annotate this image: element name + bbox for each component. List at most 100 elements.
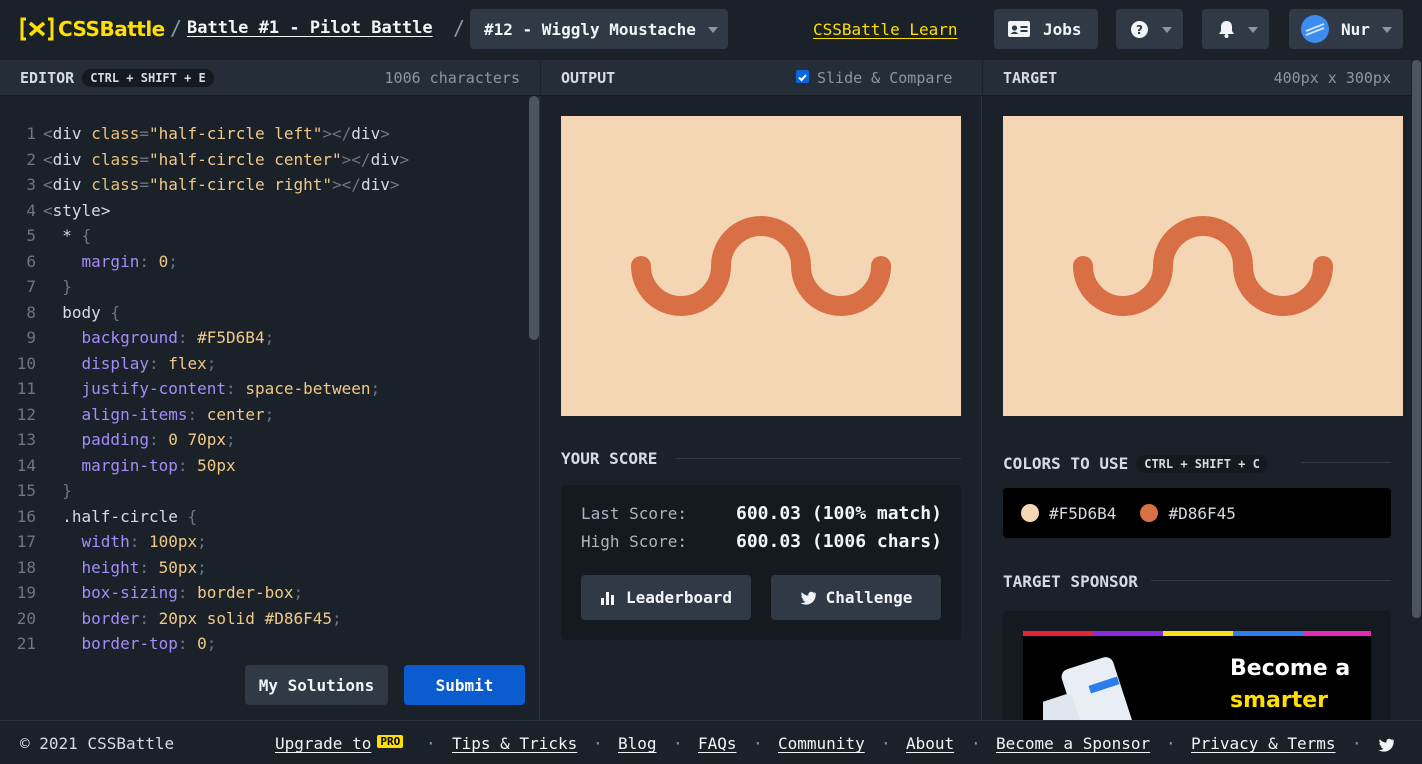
separator-dot: · (593, 734, 603, 753)
separator-dot: · (1352, 734, 1362, 753)
target-select-dropdown[interactable]: #12 - Wiggly Moustache (470, 9, 728, 49)
line-number: 1 (26, 124, 36, 143)
sponsor-card[interactable]: Become a smarter (1003, 611, 1391, 720)
twitter-icon[interactable] (1378, 738, 1394, 752)
copyright: © 2021 CSSBattle (20, 734, 175, 753)
code-editor[interactable]: 1 <div class="half-circle left"></div> 2 <d… (0, 96, 540, 720)
output-title: OUTPUT (561, 68, 616, 87)
page-scrollbar[interactable] (1412, 60, 1421, 618)
jobs-button[interactable]: Jobs (994, 9, 1098, 49)
learn-link[interactable]: CSSBattle Learn (813, 20, 958, 39)
wiggly-moustache-shape (631, 216, 891, 316)
ad-stripe (1303, 631, 1371, 636)
editor-scrollbar[interactable] (529, 96, 539, 340)
faqs-link[interactable]: FAQs (698, 734, 737, 753)
target-header: TARGET 400px x 300px (983, 60, 1411, 96)
code-line[interactable]: 7 } (0, 274, 72, 299)
line-number: 5 (26, 226, 36, 245)
code-line[interactable]: 5 * { (0, 223, 91, 248)
slide-compare-label[interactable]: Slide & Compare (817, 69, 952, 87)
output-canvas[interactable] (561, 116, 961, 416)
about-link[interactable]: About (906, 734, 954, 753)
code-line[interactable]: 15 } (0, 478, 72, 503)
leaderboard-button[interactable]: Leaderboard (581, 575, 751, 620)
code-line[interactable]: 21 border-top: 0; (0, 631, 217, 656)
line-number: 13 (16, 430, 36, 449)
separator-dot: · (753, 734, 763, 753)
line-number: 11 (16, 379, 36, 398)
target-size: 400px x 300px (1273, 68, 1391, 87)
line-number: 20 (16, 608, 36, 628)
line-number: 3 (26, 175, 36, 194)
sponsor-link[interactable]: Become a Sponsor (996, 734, 1150, 753)
battle-link[interactable]: Battle #1 - Pilot Battle (187, 18, 433, 38)
chevron-down-icon (708, 27, 718, 33)
code-line[interactable]: 13 padding: 0 70px; (0, 427, 236, 452)
user-menu-button[interactable]: Nur (1289, 9, 1403, 49)
output-header: OUTPUT Slide & Compare (541, 60, 982, 96)
colors-section-title: COLORS TO USE CTRL + SHIFT + C (1003, 454, 1268, 473)
avatar (1301, 15, 1329, 43)
line-number: 18 (16, 557, 36, 577)
tips-link[interactable]: Tips & Tricks (452, 734, 577, 753)
my-solutions-button[interactable]: My Solutions (245, 665, 388, 705)
code-line[interactable]: 9 background: #F5D6B4; (0, 325, 274, 350)
code-line[interactable]: 20 border: 20px solid #D86F45; (0, 606, 342, 631)
code-line[interactable]: 6 margin: 0; (0, 249, 178, 274)
slide-compare-checkbox[interactable] (796, 70, 809, 83)
color-hex[interactable]: #F5D6B4 (1049, 504, 1116, 523)
code-line[interactable]: 16 .half-circle { (0, 504, 197, 529)
code-line[interactable]: 2 <div class="half-circle center"></div> (0, 147, 409, 172)
target-canvas[interactable] (1003, 116, 1403, 416)
ad-stripe (1093, 631, 1163, 636)
target-panel: COLORS TO USE CTRL + SHIFT + C #F5D6B4 #… (983, 96, 1410, 720)
blog-link[interactable]: Blog (618, 734, 657, 753)
svg-text:?: ? (1136, 23, 1143, 37)
color-swatch[interactable] (1021, 504, 1039, 522)
code-line[interactable]: 1 <div class="half-circle left"></div> (0, 121, 389, 146)
line-number: 16 (16, 506, 36, 526)
pro-badge: PRO (377, 735, 404, 748)
question-circle-icon: ? (1131, 21, 1148, 38)
phone-mockup-image (1043, 657, 1139, 720)
colors-title: COLORS TO USE (1003, 454, 1129, 473)
code-line[interactable]: 4 <style> (0, 198, 110, 223)
line-number: 2 (26, 149, 36, 169)
privacy-link[interactable]: Privacy & Terms (1191, 734, 1336, 753)
challenge-button[interactable]: Challenge (771, 575, 941, 620)
community-link[interactable]: Community (778, 734, 865, 753)
code-line[interactable]: 17 width: 100px; (0, 529, 207, 554)
code-line[interactable]: 3 <div class="half-circle right"></div> (0, 172, 399, 197)
color-hex[interactable]: #D86F45 (1168, 504, 1235, 523)
chevron-down-icon (1162, 27, 1172, 33)
code-line[interactable]: 8 body { (0, 300, 120, 325)
code-line[interactable]: 14 margin-top: 50px (0, 453, 236, 478)
upgrade-link-label: Upgrade to (275, 734, 372, 753)
leaderboard-label: Leaderboard (626, 588, 732, 607)
color-swatch[interactable] (1140, 504, 1159, 522)
upgrade-link[interactable]: Upgrade to PRO (275, 734, 404, 753)
submit-button[interactable]: Submit (404, 665, 525, 705)
separator-dot: · (426, 734, 436, 753)
line-number: 21 (16, 634, 36, 653)
separator-dot: · (673, 734, 683, 753)
code-line[interactable]: 11 justify-content: space-between; (0, 376, 380, 401)
sponsor-ad-image[interactable]: Become a smarter (1023, 631, 1371, 720)
code-line[interactable]: 12 align-items: center; (0, 402, 274, 427)
high-score-label: High Score: (581, 532, 687, 551)
code-line[interactable]: 18 height: 50px; (0, 555, 207, 580)
help-menu-button[interactable]: ? (1116, 9, 1183, 49)
line-number: 15 (16, 481, 36, 500)
cssbattle-logo[interactable]: CSSBattle (20, 17, 165, 41)
bar-chart-icon (601, 591, 615, 605)
separator-dot: · (1166, 734, 1176, 753)
divider (1151, 580, 1391, 581)
editor-shortcut-badge: CTRL + SHIFT + E (82, 68, 214, 87)
code-line[interactable]: 10 display: flex; (0, 351, 217, 376)
twitter-icon (800, 591, 816, 605)
colors-shortcut-badge: CTRL + SHIFT + C (1136, 454, 1268, 473)
ad-line-2: smarter (1230, 688, 1329, 713)
notifications-button[interactable] (1202, 9, 1269, 49)
target-moustache-shape (1073, 216, 1333, 316)
code-line[interactable]: 19 box-sizing: border-box; (0, 580, 303, 605)
